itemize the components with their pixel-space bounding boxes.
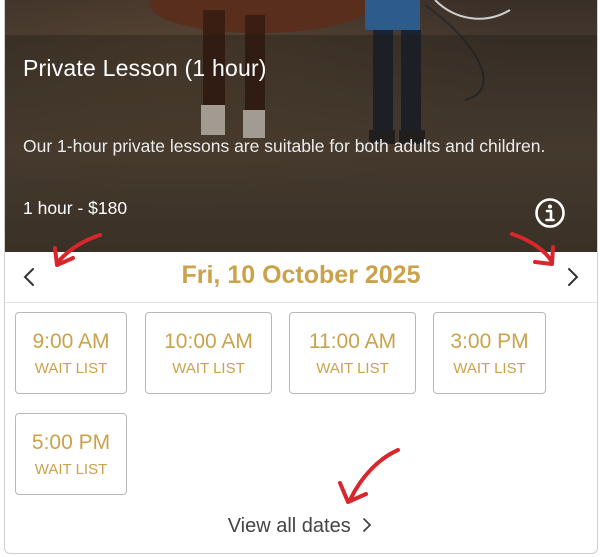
lesson-description: Our 1-hour private lessons are suitable … bbox=[23, 136, 546, 156]
time-slot-button[interactable]: 11:00 AM WAIT LIST bbox=[289, 312, 416, 394]
lesson-price: 1 hour - $180 bbox=[23, 198, 128, 218]
slot-time: 11:00 AM bbox=[308, 330, 397, 353]
lesson-card: Private Lesson (1 hour) Our 1-hour priva… bbox=[4, 0, 598, 554]
slot-status: WAIT LIST bbox=[34, 461, 108, 478]
time-slot-button[interactable]: 5:00 PM WAIT LIST bbox=[15, 413, 127, 495]
slot-status: WAIT LIST bbox=[34, 360, 108, 377]
chevron-right-icon[interactable] bbox=[561, 266, 583, 288]
view-all-label: View all dates bbox=[227, 515, 351, 537]
time-slot-button[interactable]: 9:00 AM WAIT LIST bbox=[15, 312, 127, 394]
slot-time: 3:00 PM bbox=[450, 330, 529, 353]
slot-time: 5:00 PM bbox=[31, 431, 111, 454]
slot-status: WAIT LIST bbox=[316, 360, 389, 377]
slot-status: WAIT LIST bbox=[172, 360, 245, 377]
lesson-hero-image: Private Lesson (1 hour) Our 1-hour priva… bbox=[5, 0, 597, 252]
view-all-dates-link[interactable]: View all dates bbox=[5, 515, 597, 538]
time-slot-button[interactable]: 10:00 AM WAIT LIST bbox=[145, 312, 272, 394]
slot-time: 9:00 AM bbox=[32, 330, 110, 353]
chevron-right-icon bbox=[363, 518, 372, 532]
selected-date: Fri, 10 October 2025 bbox=[181, 261, 421, 289]
lesson-title: Private Lesson (1 hour) bbox=[23, 55, 267, 81]
info-circle-icon[interactable] bbox=[534, 197, 566, 229]
date-navigation: Fri, 10 October 2025 bbox=[5, 252, 597, 303]
time-slot-button[interactable]: 3:00 PM WAIT LIST bbox=[433, 312, 546, 394]
slot-status: WAIT LIST bbox=[453, 360, 526, 377]
slot-time: 10:00 AM bbox=[164, 330, 253, 353]
